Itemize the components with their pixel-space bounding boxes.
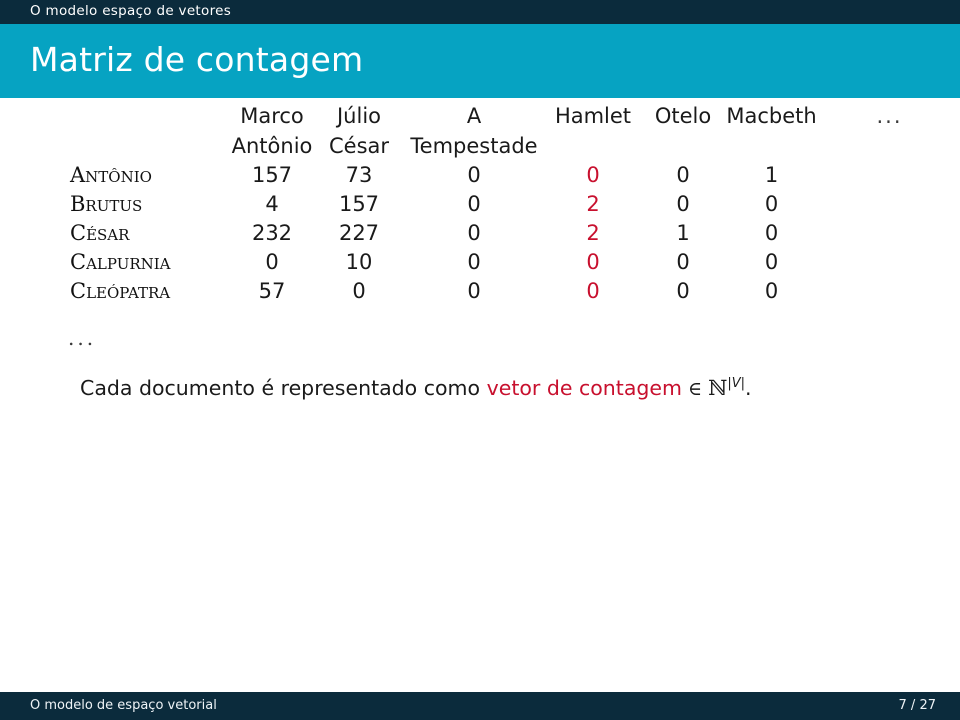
cell-antonio-macbeth: 1 <box>764 163 779 187</box>
cell-antonio-julio-cesar: 73 <box>345 163 373 187</box>
cell-calpurnia-julio-cesar: 10 <box>345 250 373 274</box>
caption-period: . <box>745 376 752 400</box>
table-row: Calpurnia 0 10 0 0 0 0 <box>0 248 960 277</box>
column-header-julio-cesar-line2: César <box>328 134 390 158</box>
row-ellipsis: ... <box>68 326 97 350</box>
cell-calpurnia-more <box>819 248 960 277</box>
row-label-cleopatra: Cleópatra <box>70 279 171 303</box>
cell-cesar-hamlet: 2 <box>586 221 600 245</box>
cell-calpurnia-a-tempestade: 0 <box>467 250 481 274</box>
cell-calpurnia-marco-antonio: 0 <box>265 250 279 274</box>
column-header-macbeth: Macbeth <box>726 104 817 128</box>
column-header-otelo-line2 <box>642 131 724 161</box>
page-title: Matriz de contagem <box>30 40 364 79</box>
cell-antonio-otelo: 0 <box>676 163 690 187</box>
cell-brutus-hamlet: 2 <box>586 192 600 216</box>
column-header-a-tempestade-line2: Tempestade <box>410 134 538 158</box>
cell-cesar-more <box>819 219 960 248</box>
caption-superscript-vocab-size: |V| <box>727 376 746 392</box>
table-corner-cell-2 <box>0 131 230 161</box>
cell-antonio-marco-antonio: 157 <box>251 163 293 187</box>
slide-footer-bar: O modelo de espaço vetorial 7 / 27 <box>0 692 960 720</box>
cell-cleopatra-marco-antonio: 57 <box>258 279 286 303</box>
cell-calpurnia-otelo: 0 <box>676 250 690 274</box>
cell-brutus-julio-cesar: 157 <box>338 192 380 216</box>
cell-calpurnia-macbeth: 0 <box>764 250 779 274</box>
footer-section-title: O modelo de espaço vetorial <box>30 698 217 713</box>
slide-headline-bar: O modelo espaço de vetores <box>0 0 960 24</box>
row-label-antonio: Antônio <box>70 163 152 187</box>
cell-cleopatra-otelo: 0 <box>676 279 690 303</box>
column-header-marco-antonio-line1: Marco <box>240 104 304 128</box>
table-header-row-2: Antônio César Tempestade <box>0 131 960 161</box>
table-header-row-1: Marco Júlio A Hamlet Otelo Macbeth ... <box>0 101 960 131</box>
caption-text: Cada documento é representado como vetor… <box>80 376 752 400</box>
headline-text: O modelo espaço de vetores <box>30 3 232 19</box>
cell-cleopatra-more <box>819 277 960 306</box>
cell-brutus-more <box>819 190 960 219</box>
column-header-macbeth-line2 <box>724 131 819 161</box>
slide-content: Marco Júlio A Hamlet Otelo Macbeth ... A… <box>0 98 960 692</box>
cell-antonio-more <box>819 161 960 190</box>
table-corner-cell <box>0 101 230 131</box>
cell-cleopatra-julio-cesar: 0 <box>352 279 366 303</box>
table-row: Brutus 4 157 0 2 0 0 <box>0 190 960 219</box>
table-row: César 232 227 0 2 1 0 <box>0 219 960 248</box>
table-row: Cleópatra 57 0 0 0 0 0 <box>0 277 960 306</box>
cell-calpurnia-hamlet: 0 <box>586 250 600 274</box>
cell-cleopatra-macbeth: 0 <box>764 279 779 303</box>
row-label-cesar: César <box>70 221 130 245</box>
column-header-marco-antonio-line2: Antônio <box>231 134 313 158</box>
caption-natural-numbers-symbol: ℕ <box>708 376 728 400</box>
cell-antonio-hamlet: 0 <box>586 163 600 187</box>
table-row: Antônio 157 73 0 0 0 1 <box>0 161 960 190</box>
cell-cesar-macbeth: 0 <box>764 221 779 245</box>
column-header-ellipsis: ... <box>876 104 903 128</box>
cell-cesar-marco-antonio: 232 <box>251 221 293 245</box>
column-header-ellipsis-line2 <box>819 131 960 161</box>
row-label-brutus: Brutus <box>70 192 143 216</box>
cell-antonio-a-tempestade: 0 <box>467 163 481 187</box>
cell-brutus-otelo: 0 <box>676 192 690 216</box>
caption-element-of-symbol: ∈ <box>682 378 709 400</box>
cell-cesar-a-tempestade: 0 <box>467 221 481 245</box>
cell-cleopatra-hamlet: 0 <box>586 279 600 303</box>
cell-brutus-marco-antonio: 4 <box>265 192 279 216</box>
cell-cesar-otelo: 1 <box>676 221 690 245</box>
column-header-hamlet-line2 <box>544 131 642 161</box>
cell-cesar-julio-cesar: 227 <box>338 221 380 245</box>
column-header-otelo: Otelo <box>654 104 712 128</box>
frame-title-bar: Matriz de contagem <box>0 24 960 98</box>
row-label-calpurnia: Calpurnia <box>70 250 171 274</box>
cell-brutus-a-tempestade: 0 <box>467 192 481 216</box>
caption-accent-term: vetor de contagem <box>486 376 682 400</box>
caption-part1: Cada documento é representado como <box>80 376 487 400</box>
footer-page-number: 7 / 27 <box>898 698 936 713</box>
column-header-a-tempestade-line1: A <box>466 104 482 128</box>
column-header-hamlet: Hamlet <box>554 104 632 128</box>
column-header-julio-cesar-line1: Júlio <box>336 104 382 128</box>
count-matrix-table: Marco Júlio A Hamlet Otelo Macbeth ... A… <box>0 101 960 306</box>
cell-brutus-macbeth: 0 <box>764 192 779 216</box>
cell-cleopatra-a-tempestade: 0 <box>467 279 481 303</box>
